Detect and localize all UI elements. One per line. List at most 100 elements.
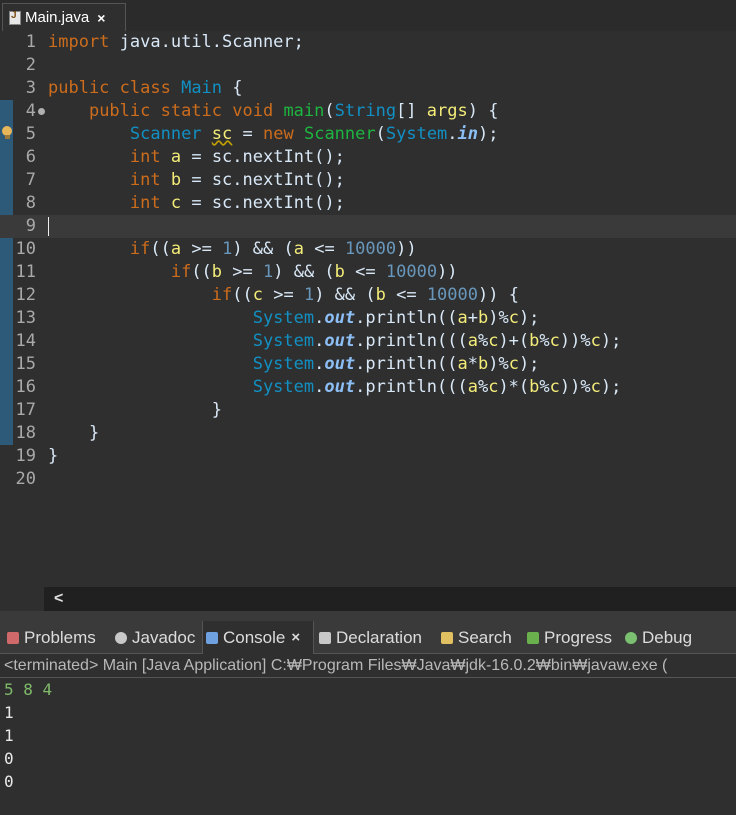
code-token: ))%: [559, 331, 591, 351]
code-line[interactable]: 18 }: [0, 422, 736, 445]
code-token: ) && (: [273, 262, 335, 282]
code-line[interactable]: 13 System.out.println((a+b)%c);: [0, 307, 736, 330]
code-token: )%: [488, 308, 509, 328]
bottom-view-tabs: Problems Javadoc Console × Declaration Search…: [0, 621, 736, 654]
code-token: .: [314, 377, 325, 397]
code-line[interactable]: 6 int a = sc.nextInt();: [0, 146, 736, 169]
view-tab-debug[interactable]: Debug: [622, 621, 715, 654]
close-icon[interactable]: ×: [291, 629, 300, 646]
console-input-line: 5 8 4: [4, 680, 53, 699]
code-token: )+(: [498, 331, 530, 351]
code-token: a: [467, 377, 478, 397]
code-token: Main: [181, 78, 223, 98]
code-token: Scanner: [129, 124, 202, 144]
code-token: b: [477, 354, 489, 374]
code-token: ) {: [467, 101, 499, 121]
code-line[interactable]: 3 public class Main {: [0, 77, 736, 100]
line-number: 4: [25, 101, 36, 121]
code-line[interactable]: 17 }: [0, 399, 736, 422]
line-number: 18: [15, 423, 36, 443]
code-line[interactable]: 10 if((a >= 1) && (a <= 10000)): [0, 238, 736, 261]
code-token: = sc.nextInt();: [181, 193, 345, 213]
code-line[interactable]: 12 if((c >= 1) && (b <= 10000)) {: [0, 284, 736, 307]
code-line[interactable]: 1 import java.util.Scanner;: [0, 31, 736, 54]
code-token: System: [252, 377, 315, 397]
code-line[interactable]: 16 System.out.println(((a%c)*(b%c))%c);: [0, 376, 736, 399]
code-token: >=: [222, 262, 263, 282]
editor-tab-main-java[interactable]: Main.java ×: [2, 3, 126, 31]
code-token: }: [48, 423, 100, 443]
code-token: Scanner: [303, 124, 376, 144]
code-token: (: [375, 124, 386, 144]
code-text: if((b >= 1) && (b <= 10000)): [48, 261, 458, 284]
code-text: public class Main {: [48, 77, 243, 100]
code-token: c: [590, 377, 601, 397]
line-number: 13: [15, 308, 36, 328]
console-output[interactable]: 5 8 4 1 1 0 0: [0, 678, 736, 815]
view-tab-javadoc[interactable]: Javadoc: [112, 621, 203, 654]
code-token: 10000: [344, 239, 397, 259]
code-text: int b = sc.nextInt();: [48, 169, 345, 192]
code-token: a: [457, 308, 468, 328]
view-tab-console[interactable]: Console ×: [202, 621, 314, 654]
code-token: (: [324, 101, 335, 121]
horizontal-scrollbar[interactable]: <: [44, 587, 736, 611]
code-line[interactable]: 5 Scanner sc = new Scanner(System.in);: [0, 123, 736, 146]
close-icon[interactable]: ×: [97, 10, 105, 26]
warning-lightbulb-icon[interactable]: [2, 126, 13, 140]
code-line[interactable]: 2: [0, 54, 736, 77]
line-number: 16: [15, 377, 36, 397]
code-token: %: [477, 331, 489, 351]
code-line[interactable]: 8 int c = sc.nextInt();: [0, 192, 736, 215]
view-tab-label: Javadoc: [132, 627, 196, 647]
view-tab-search[interactable]: Search: [438, 621, 525, 654]
code-line[interactable]: 15 System.out.println((a*b)%c);: [0, 353, 736, 376]
code-token: b: [529, 331, 540, 351]
line-number: 9: [25, 216, 36, 236]
code-line[interactable]: 19}: [0, 445, 736, 468]
code-editor[interactable]: 1 import java.util.Scanner; 2 3 public class…: [0, 31, 736, 587]
scroll-left-arrow-icon[interactable]: <: [54, 587, 63, 611]
code-token: *: [467, 354, 478, 374]
code-token: out: [324, 377, 356, 397]
code-line[interactable]: 11 if((b >= 1) && (b <= 10000)): [0, 261, 736, 284]
view-tab-label: Problems: [24, 627, 96, 647]
code-token: c: [590, 331, 601, 351]
code-token: )) {: [478, 285, 519, 305]
view-tab-label: Console: [223, 627, 286, 647]
code-line[interactable]: 4 public static void main(String[] args)…: [0, 100, 736, 123]
view-tab-declaration[interactable]: Declaration: [316, 621, 439, 654]
code-line[interactable]: 7 int b = sc.nextInt();: [0, 169, 736, 192]
view-tab-problems[interactable]: Problems: [4, 621, 113, 654]
code-text: int a = sc.nextInt();: [48, 146, 345, 169]
code-token: = sc.nextInt();: [181, 170, 345, 190]
code-token: }: [48, 400, 222, 420]
code-token: >=: [262, 285, 304, 305]
view-tab-label: Debug: [642, 627, 693, 647]
line-number: 19: [15, 446, 36, 466]
code-token: int: [129, 147, 161, 167]
view-tab-label: Progress: [544, 627, 613, 647]
code-token: b: [211, 262, 223, 282]
code-token: c: [508, 354, 519, 374]
panel-divider: [0, 611, 736, 621]
code-token: a: [170, 239, 182, 259]
code-token: import: [48, 32, 110, 52]
code-token: a: [457, 354, 468, 374]
code-token: c: [488, 377, 499, 397]
view-tab-progress[interactable]: Progress: [524, 621, 623, 654]
code-token: java.util.Scanner;: [109, 32, 304, 52]
code-token: ((: [150, 239, 171, 259]
code-line[interactable]: 9: [0, 215, 736, 238]
console-output-line: 0: [4, 772, 14, 791]
fold-marker-icon[interactable]: [38, 108, 45, 115]
code-token: <=: [385, 285, 427, 305]
code-line[interactable]: 20: [0, 468, 736, 491]
line-number: 14: [15, 331, 36, 351]
code-line[interactable]: 14 System.out.println(((a%c)+(b%c))%c);: [0, 330, 736, 353]
